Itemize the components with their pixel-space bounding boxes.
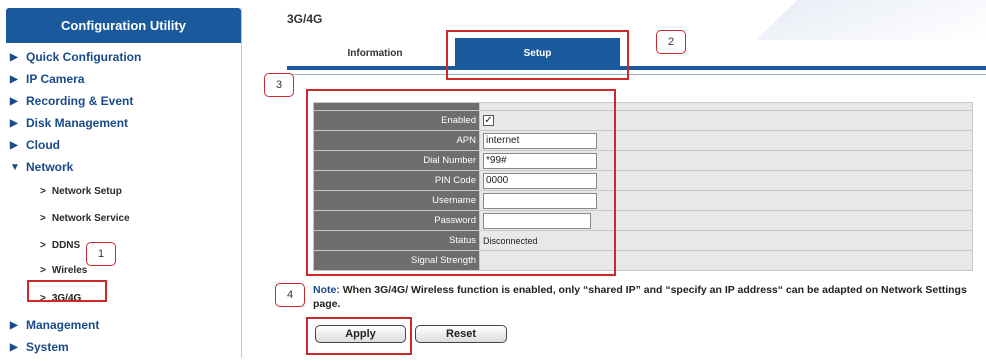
callout-badge-3: 3 — [264, 73, 294, 97]
sidebar-item-label: Network — [26, 160, 74, 174]
sidebar-item-system[interactable]: ▶ System — [10, 338, 69, 356]
sidebar-subitem-label: DDNS — [51, 239, 81, 251]
sidebar-item-ip-camera[interactable]: ▶ IP Camera — [10, 70, 84, 88]
callout-badge-2: 2 — [656, 30, 686, 54]
sidebar-item-label: IP Camera — [26, 72, 85, 86]
collapsed-triangle-icon: ▶ — [10, 139, 18, 151]
sidebar-subitem-label: Network Setup — [51, 185, 122, 197]
tab-underline — [287, 66, 986, 70]
sidebar-item-network[interactable]: ▼ Network — [10, 158, 73, 176]
callout-box-1 — [27, 280, 107, 302]
header-decoration — [756, 0, 986, 40]
sidebar: Configuration Utility ▶ Quick Configurat… — [6, 8, 242, 358]
sidebar-item-label: Quick Configuration — [26, 50, 142, 64]
sidebar-subitem-label: Network Service — [51, 212, 130, 224]
collapsed-triangle-icon: ▶ — [10, 341, 18, 353]
sidebar-item-disk-management[interactable]: ▶ Disk Management — [10, 114, 128, 132]
sidebar-item-cloud[interactable]: ▶ Cloud — [10, 136, 60, 154]
expanded-triangle-icon: ▼ — [10, 161, 20, 173]
sidebar-item-label: System — [26, 340, 69, 354]
sidebar-item-label: Disk Management — [26, 116, 129, 130]
callout-box-4 — [306, 317, 412, 355]
collapsed-triangle-icon: ▶ — [10, 117, 18, 129]
sidebar-item-recording-event[interactable]: ▶ Recording & Event — [10, 92, 133, 110]
callout-box-2 — [446, 30, 629, 80]
sidebar-subitem-label: Wireles — [51, 264, 88, 276]
sidebar-subitem-network-service[interactable]: > Network Service — [40, 210, 130, 226]
sidebar-subitem-ddns[interactable]: > DDNS — [40, 237, 80, 253]
sidebar-item-management[interactable]: ▶ Management — [10, 316, 99, 334]
note-label: Note: — [313, 284, 340, 296]
reset-button[interactable]: Reset — [415, 325, 507, 343]
sidebar-item-label: Recording & Event — [26, 94, 134, 108]
callout-box-3 — [306, 89, 616, 276]
sidebar-item-label: Cloud — [26, 138, 60, 152]
callout-badge-4: 4 — [275, 283, 305, 307]
tab-divider — [287, 74, 986, 75]
callout-badge-1: 1 — [86, 242, 116, 266]
sidebar-item-label: Management — [26, 318, 100, 332]
sidebar-item-quick-configuration[interactable]: ▶ Quick Configuration — [10, 48, 141, 66]
sidebar-subitem-wireless[interactable]: > Wireles — [40, 262, 87, 278]
collapsed-triangle-icon: ▶ — [10, 319, 18, 331]
sidebar-title: Configuration Utility — [6, 8, 241, 43]
tab-information[interactable]: Information — [320, 40, 430, 66]
collapsed-triangle-icon: ▶ — [10, 51, 18, 63]
chevron-right-icon: > — [40, 239, 46, 251]
page-title: 3G/4G — [287, 12, 323, 26]
sidebar-subitem-network-setup[interactable]: > Network Setup — [40, 183, 122, 199]
note-text-block: Note: When 3G/4G/ Wireless function is e… — [313, 283, 973, 311]
note-text: When 3G/4G/ Wireless function is enabled… — [313, 284, 967, 310]
chevron-right-icon: > — [40, 185, 46, 197]
collapsed-triangle-icon: ▶ — [10, 73, 18, 85]
collapsed-triangle-icon: ▶ — [10, 95, 18, 107]
chevron-right-icon: > — [40, 264, 46, 276]
chevron-right-icon: > — [40, 212, 46, 224]
